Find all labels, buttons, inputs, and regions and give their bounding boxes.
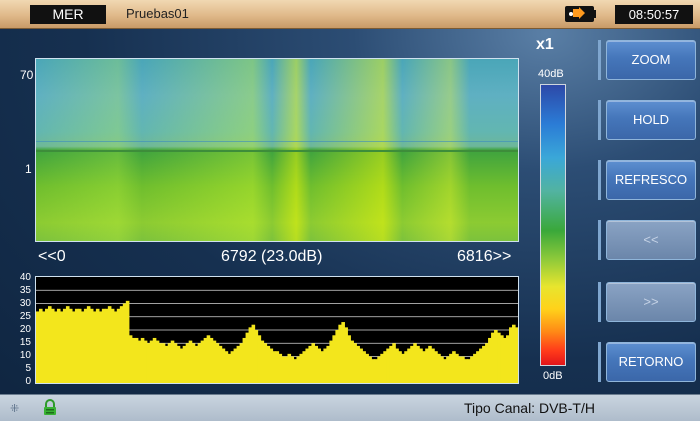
zoom-button[interactable]: ZOOM	[606, 40, 696, 80]
spectrogram-y-label-top: 70	[20, 68, 34, 82]
button-edge-mark	[598, 220, 601, 260]
bottom-status-bar: ⁜ Tipo Canal: DVB-T/H	[0, 394, 700, 421]
return-button[interactable]: RETORNO	[606, 342, 696, 382]
button-edge-mark	[598, 282, 601, 322]
top-status-bar: MER Pruebas01 08:50:57	[0, 0, 700, 29]
histogram-chart	[35, 276, 519, 384]
histogram-y-tick: 0	[25, 376, 31, 387]
installation-name: Pruebas01	[126, 6, 189, 21]
histogram-y-tick: 20	[19, 324, 31, 335]
histogram-y-tick: 30	[19, 298, 31, 309]
spectrogram-y-label-bottom: 1	[25, 162, 32, 176]
histogram-y-tick: 5	[25, 363, 31, 374]
button-edge-mark	[598, 40, 601, 80]
refresh-button[interactable]: REFRESCO	[606, 160, 696, 200]
histogram-bar	[515, 327, 518, 383]
button-edge-mark	[598, 342, 601, 382]
battery-plug-icon	[565, 6, 596, 22]
histogram-svg	[36, 289, 518, 383]
histogram-y-tick: 15	[19, 337, 31, 348]
histogram-y-tick: 10	[19, 350, 31, 361]
lock-icon	[44, 399, 56, 415]
histogram-y-tick: 40	[19, 272, 31, 283]
histogram-y-tick: 25	[19, 311, 31, 322]
hold-button[interactable]: HOLD	[606, 100, 696, 140]
instrument-screen: MER Pruebas01 08:50:57 70 1 <<0 6792 (23…	[0, 0, 700, 421]
clock: 08:50:57	[615, 5, 693, 24]
level-color-scale	[540, 84, 566, 366]
x-left-label: <<0	[38, 248, 66, 265]
signal-icon: ⁜	[10, 403, 20, 415]
x-right-label: 6816>>	[457, 248, 512, 265]
button-edge-mark	[598, 100, 601, 140]
channel-type: Tipo Canal: DVB-T/H	[464, 400, 595, 416]
histogram-y-tick: 35	[19, 285, 31, 296]
spectrogram	[35, 58, 519, 242]
x-center-label: 6792 (23.0dB)	[221, 248, 323, 265]
next-button[interactable]: >>	[606, 282, 696, 322]
previous-button[interactable]: <<	[606, 220, 696, 260]
spectrogram-divider	[36, 150, 518, 152]
spectrogram-trace	[36, 140, 518, 142]
zoom-multiplier: x1	[536, 36, 554, 53]
level-bar-min: 0dB	[543, 370, 563, 382]
button-edge-mark	[598, 160, 601, 200]
level-bar-max: 40dB	[538, 68, 564, 80]
measurement-mode: MER	[30, 5, 106, 24]
